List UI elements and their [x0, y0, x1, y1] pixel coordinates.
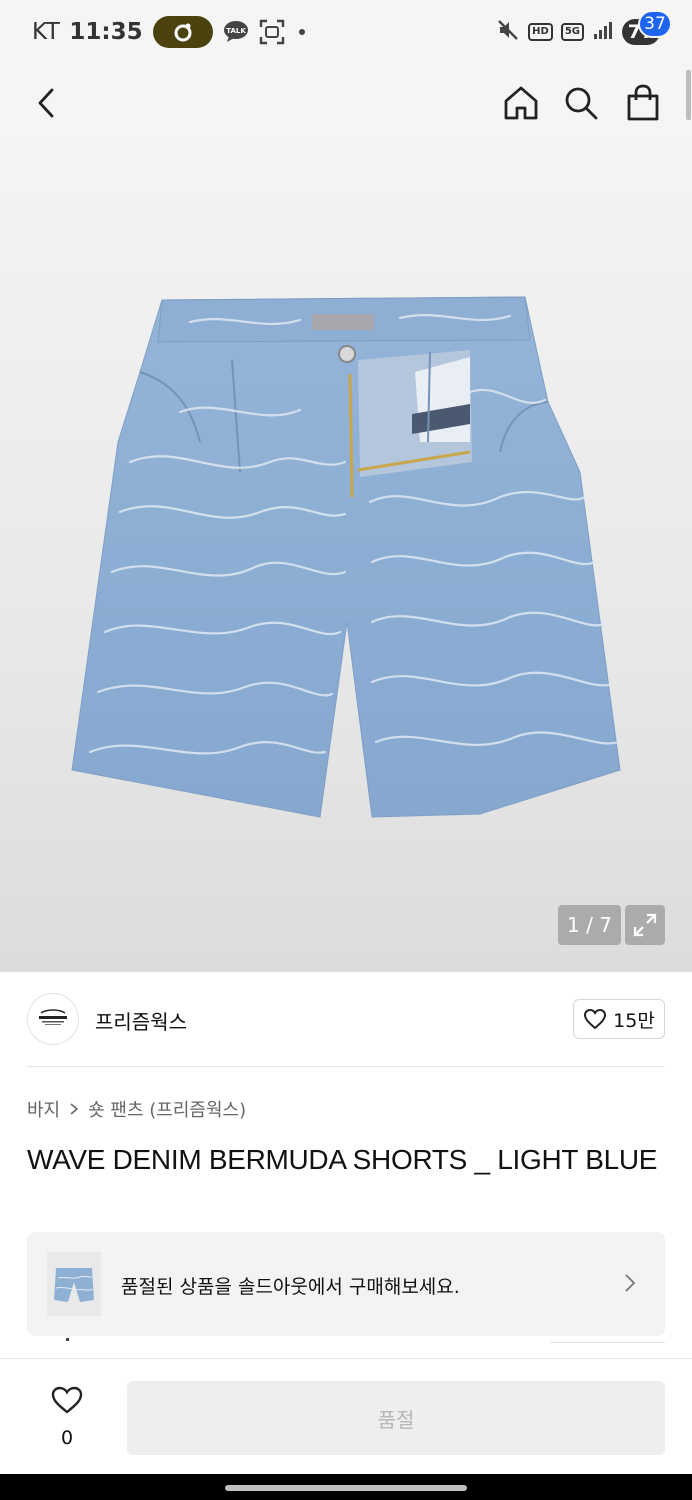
home-icon	[504, 86, 538, 120]
brand-like-button[interactable]: 15만	[573, 999, 665, 1039]
denim-shorts-image	[71, 296, 621, 818]
notification-pill-icon	[152, 16, 213, 48]
expand-icon	[633, 913, 657, 937]
home-button[interactable]	[496, 64, 546, 142]
bottom-action-bar: 0 품절	[0, 1358, 692, 1474]
status-bar: KT 11:35 TALK HD 5G	[0, 0, 692, 64]
shorts-thumbnail-icon	[54, 1268, 94, 1302]
brand-logo[interactable]	[27, 993, 79, 1045]
product-title: WAVE DENIM BERMUDA SHORTS _ LIGHT BLUE	[27, 1144, 658, 1175]
chevron-right-icon	[69, 1102, 79, 1116]
search-button[interactable]	[556, 64, 606, 142]
network-label: 5G	[560, 23, 584, 41]
search-icon	[565, 87, 598, 120]
brand-row: 프리즘웍스 15만	[0, 972, 692, 1066]
divider	[27, 1066, 665, 1067]
breadcrumb: 바지 숏 팬츠 (프리즘웍스)	[27, 1096, 246, 1122]
wishlist-button[interactable]: 0	[27, 1381, 107, 1455]
product-image-gallery[interactable]	[0, 142, 692, 972]
chevron-right-icon	[623, 1272, 637, 1298]
image-counter: 1 / 7	[558, 905, 621, 945]
heart-icon	[51, 1386, 83, 1414]
content-peek-box	[550, 1340, 665, 1343]
soldout-banner[interactable]: 품절된 상품을 솔드아웃에서 구매해보세요.	[27, 1232, 665, 1336]
carrier-label: KT	[32, 19, 61, 45]
screenshot-icon	[259, 19, 285, 45]
talk-icon: TALK	[223, 20, 249, 44]
breadcrumb-category[interactable]: 바지	[27, 1096, 60, 1122]
hd-label: HD	[528, 23, 553, 41]
brand-logo-mark	[39, 1009, 67, 1025]
soldout-banner-text: 품절된 상품을 솔드아웃에서 구매해보세요.	[121, 1276, 460, 1298]
svg-text:TALK: TALK	[226, 27, 246, 35]
back-icon	[38, 88, 54, 118]
home-indicator[interactable]	[225, 1485, 467, 1491]
app-header	[0, 64, 692, 142]
content-peek	[66, 1338, 69, 1341]
more-notifications-dot	[298, 29, 305, 35]
wishlist-count: 0	[60, 1427, 74, 1449]
clock: 11:35	[69, 19, 143, 45]
signal-icon	[592, 20, 614, 44]
cart-button[interactable]	[618, 64, 668, 142]
system-navigation-bar	[0, 1474, 692, 1500]
mute-icon	[496, 18, 520, 46]
scrollbar[interactable]	[686, 70, 691, 120]
cart-count-badge[interactable]: 37	[638, 10, 672, 38]
expand-image-button[interactable]	[625, 905, 665, 945]
heart-icon	[584, 1008, 607, 1030]
brand-name[interactable]: 프리즘웍스	[95, 1006, 187, 1035]
soldout-button[interactable]: 품절	[127, 1381, 665, 1455]
cart-icon	[627, 84, 659, 121]
back-button[interactable]	[24, 64, 70, 142]
breadcrumb-subcategory[interactable]: 숏 팬츠 (프리즘웍스)	[88, 1096, 246, 1122]
banner-thumbnail	[47, 1252, 101, 1316]
brand-like-count: 15만	[613, 1009, 655, 1032]
